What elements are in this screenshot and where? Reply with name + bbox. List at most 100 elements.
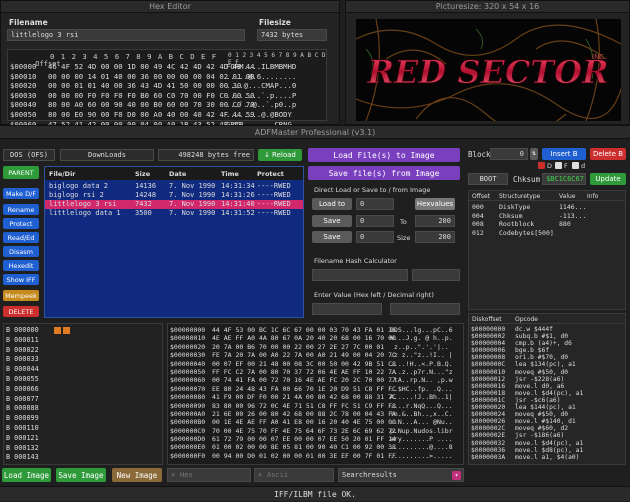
disassembly-panel[interactable]: Diskoffset Opcode $00000000 dc.w $444f $00… (468, 313, 626, 465)
disasm-opcode: cmp.b (a4)+, d6 (515, 340, 572, 348)
save-field-1[interactable]: 0 (356, 215, 394, 227)
left-button-read-ed[interactable]: Read/Ed (3, 232, 39, 243)
structure-row[interactable]: 000 DiskType 1146... (469, 203, 625, 212)
load-to-button[interactable]: Load to (312, 198, 352, 210)
structure-row[interactable]: 012 Codebytes[500] (469, 229, 625, 238)
left-button-hexedit[interactable]: Hexedit (3, 260, 39, 271)
disasm-row: $00000006 bge.b $6f (471, 347, 583, 354)
save-files-button[interactable]: Save file(s) from Image (308, 166, 460, 180)
check-d2-label: d (581, 162, 586, 170)
left-button-delete[interactable]: DELETE (3, 306, 39, 317)
filesize-field[interactable]: 7432 bytes (257, 29, 327, 41)
enter-dec-input[interactable] (390, 303, 460, 315)
ascii-search-input[interactable]: ⌕ Ascii (254, 468, 334, 482)
reload-button[interactable]: ↓ Reload (258, 149, 302, 161)
file-row[interactable]: biglogo rsi 2 14248 7. Nov 1990 14:31:26 ---… (45, 191, 303, 200)
block-used-2 (63, 327, 70, 334)
load-files-button[interactable]: Load File(s) to Image (308, 148, 460, 162)
file-row[interactable]: littlelogo 3 rsi 7432 7. Nov 1990 14:31:40-… (45, 200, 303, 209)
block-stepper[interactable]: ⇅ (530, 148, 538, 160)
to-field[interactable]: 200 (415, 215, 455, 227)
disasm-row: $00000002 subq.b #$1, d0 (471, 333, 583, 340)
hexdump-ascii: !n.&..Bh..,x..C. (390, 409, 453, 418)
chksum-label: Chksum (513, 175, 541, 184)
hash-input[interactable] (312, 269, 408, 281)
hex-row-offset: $00010 (10, 71, 37, 81)
searchresults-label: Searchresults (342, 471, 397, 479)
save-field-2[interactable]: 0 (356, 231, 394, 243)
left-button-show-iff[interactable]: Show IFF (3, 274, 39, 285)
file-name: biglogo rsi 2 (49, 191, 104, 199)
hexdump-row: $00000060 00 74 41 FA 00 72 70 16 4E AE F… (170, 376, 453, 384)
load-to-field[interactable]: 0 (356, 198, 394, 210)
hexdump-ascii: z..p..".'.'|.. (390, 342, 449, 351)
disasm-opcode: dc.w $444f (515, 326, 553, 333)
new-image-button[interactable]: New Image (112, 468, 162, 482)
disasm-opcode: lea $144(pc), a1 (515, 404, 576, 412)
file-row[interactable]: biglogo data 2 14136 7. Nov 1990 14:31:34 --… (45, 182, 303, 191)
searchresults-select[interactable]: Searchresults ▾ (338, 468, 464, 482)
check-d2[interactable] (572, 162, 579, 169)
hex-row: $00040 80 00 A0 60 00 90 40 00 B0 60 00 7… (10, 100, 296, 110)
hexdump-row: $00000020 20 7A 00 B6 70 00 00 22 00 27 2… (170, 343, 453, 351)
check-f[interactable] (555, 162, 562, 169)
hexdump-row: $000000C0 70 00 4E 75 70 FF 4E 75 64 6F 7… (170, 427, 453, 435)
left-button-parent[interactable]: PARENT (3, 166, 39, 179)
update-button[interactable]: Update (590, 173, 626, 185)
block-map[interactable]: B 000000 B 000011 B 000022 B 000033 B 000044… (3, 323, 163, 465)
hex-view[interactable]: Offset 0 1 2 3 4 5 6 7 8 9 A B C D E F 0… (7, 49, 327, 129)
filename-field[interactable]: littlelogo 3 rsi (7, 29, 245, 41)
delete-block-button[interactable]: Delete B (590, 148, 626, 160)
hexdump-offset: $00000040 (170, 359, 206, 368)
insert-block-button[interactable]: Insert B (542, 148, 586, 160)
hexdump-bytes: 70 00 4E 75 70 FF 4E 75 64 6F 73 2E 6C 6… (212, 426, 396, 435)
hexdump-row: $000000B0 00 1E 4E AE FF A0 41 E8 00 16 2… (170, 418, 453, 426)
hex-rows: $00000 46 4F 52 4D 00 00 1D 00 49 4C 42 4… (10, 62, 296, 129)
disasm-offset: $00000008 (471, 354, 506, 362)
file-list[interactable]: File/Dir Size Date Time Protect biglogo … (44, 166, 304, 318)
structure-header: Offset Structuretype Value Info (469, 191, 625, 201)
hex-row-offset: $00000 (10, 62, 37, 71)
enter-hex-input[interactable] (312, 303, 382, 315)
disasm-opcode: moveq #$50, d0 (515, 411, 569, 419)
save-image-button[interactable]: Save Image (56, 468, 106, 482)
left-button-disasm[interactable]: Disasm (3, 246, 39, 257)
disasm-opcode: move.l $d8(pc), a1 (515, 446, 584, 454)
load-image-button[interactable]: Load Image (2, 468, 51, 482)
structure-row[interactable]: 008 Rootblock 880 (469, 220, 625, 229)
save-button-1[interactable]: Save (312, 215, 352, 227)
disasm-opcode: move.l #$140, d1 (515, 418, 576, 426)
hexdump-bytes: 61 72 79 00 00 07 EE 00 00 07 EE 50 20 0… (212, 435, 396, 444)
hex-row-offset: $00020 (10, 81, 37, 91)
check-d[interactable] (538, 162, 545, 169)
structure-row[interactable]: 004 Chksum -113... (469, 212, 625, 221)
left-button-rename[interactable]: Rename (3, 204, 39, 215)
block-field[interactable]: 0 (490, 148, 528, 160)
left-button-mempeek[interactable]: Mempeek (3, 290, 39, 301)
block-hexdump[interactable]: $00000000 44 4F 53 00 BC 1C 6C 67 00 00 0… (167, 323, 464, 465)
hexdump-ascii: A.....!J..Bh..1| (390, 393, 453, 402)
save-button-2[interactable]: Save (312, 231, 352, 243)
left-button-protect[interactable]: Protect (3, 218, 39, 229)
size-field[interactable]: 200 (415, 231, 455, 243)
block-row-label: B 000077 (6, 394, 39, 403)
file-size: 14136 (135, 182, 157, 190)
hexdump-offset: $00000090 (170, 401, 206, 410)
hexdump-ascii: DOS...lg...pC..6 (390, 326, 453, 334)
hex-row-bytes: 80 00 E0 90 00 F0 D0 00 A0 40 00 40 42 4… (48, 109, 255, 119)
hexdump-ascii: ..N...A... @Nu.. (390, 418, 453, 427)
disasm-header: Diskoffset Opcode (469, 314, 625, 324)
left-button-make-d-f[interactable]: Make D/F (3, 188, 39, 199)
disasm-row: $00000018 move.l $d4(pc), a1 (471, 390, 583, 397)
filesize-label: Filesize (259, 18, 291, 27)
file-row[interactable]: littlelogo data 1 3500 7. Nov 1990 14:31:52… (45, 209, 303, 218)
file-rows: biglogo data 2 14136 7. Nov 1990 14:31:34 --… (45, 182, 303, 218)
disasm-offset: $00000010 (471, 368, 506, 376)
hexvalues-button[interactable]: Hexvalues (415, 198, 455, 210)
structure-table[interactable]: Offset Structuretype Value Info 000 DiskT… (468, 190, 626, 310)
file-protect: ----RWED (257, 200, 291, 208)
disasm-row: $0000003A move.l a1, $4(a0) (471, 454, 583, 461)
hex-row-ascii: ........@.@BODY (226, 109, 292, 119)
hex-search-input[interactable]: ⌕ Hex (167, 468, 251, 482)
volume-name-field[interactable]: DownLoads (60, 149, 154, 161)
